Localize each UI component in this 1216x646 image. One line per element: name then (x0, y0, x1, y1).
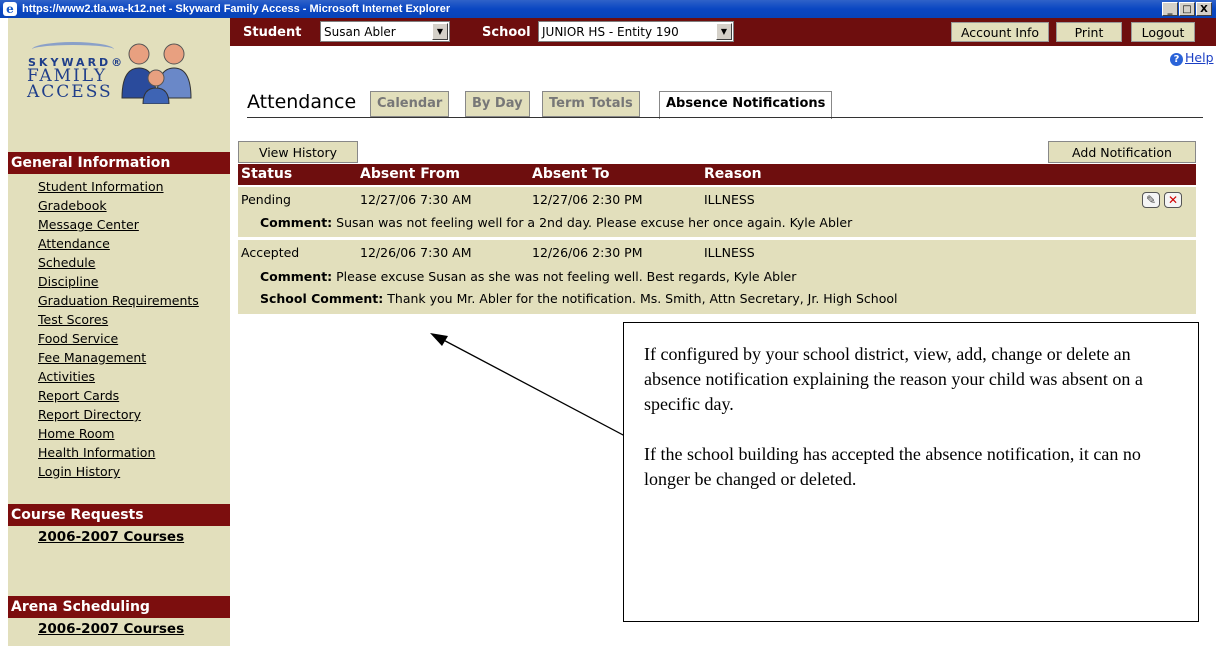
nav-home-room[interactable]: Home Room (38, 424, 199, 443)
table-row: Accepted 12/26/06 7:30 AM 12/26/06 2:30 … (238, 240, 1196, 314)
nav-fee-management[interactable]: Fee Management (38, 348, 199, 367)
nav-schedule[interactable]: Schedule (38, 253, 199, 272)
header-absent-to: Absent To (532, 166, 610, 182)
window-titlebar: e https://www2.tla.wa-k12.net - Skyward … (0, 0, 1216, 18)
callout-text-1: If configured by your school district, v… (644, 344, 1143, 414)
tab-underline (247, 117, 1203, 118)
row-absent-from: 12/26/06 7:30 AM (360, 245, 472, 260)
header-reason: Reason (704, 166, 762, 182)
row-status: Pending (241, 192, 291, 207)
maximize-button[interactable]: □ (1179, 2, 1195, 16)
account-info-button[interactable]: Account Info (951, 22, 1049, 42)
nav-food-service[interactable]: Food Service (38, 329, 199, 348)
logout-button[interactable]: Logout (1131, 22, 1195, 42)
close-window-button[interactable]: X (1196, 2, 1212, 16)
window-controls: _ □ X (1162, 2, 1212, 16)
add-notification-button[interactable]: Add Notification (1048, 141, 1196, 163)
student-label: Student (243, 25, 302, 40)
print-button[interactable]: Print (1056, 22, 1122, 42)
row-absent-from: 12/27/06 7:30 AM (360, 192, 472, 207)
tab-by-day[interactable]: By Day (465, 91, 530, 117)
nav-attendance[interactable]: Attendance (38, 234, 199, 253)
row-school-comment: School Comment: Thank you Mr. Abler for … (260, 291, 898, 306)
nav-arena-scheduling-courses[interactable]: 2006-2007 Courses (38, 621, 184, 637)
student-select[interactable]: Susan Abler ▼ (320, 21, 450, 42)
nav-graduation-requirements[interactable]: Graduation Requirements (38, 291, 199, 310)
row-reason: ILLNESS (704, 245, 755, 260)
sidebar: SKYWARD® FAMILY ACCESS General Informatio… (0, 18, 230, 646)
row-status: Accepted (241, 245, 300, 260)
general-information-header: General Information (8, 152, 230, 174)
nav-activities[interactable]: Activities (38, 367, 199, 386)
view-history-button[interactable]: View History (238, 141, 358, 163)
ie-icon: e (3, 2, 17, 16)
header-absent-from: Absent From (360, 166, 460, 182)
delete-icon[interactable]: ✕ (1164, 192, 1182, 208)
nav-health-information[interactable]: Health Information (38, 443, 199, 462)
top-bar: Student Susan Abler ▼ School JUNIOR HS -… (230, 18, 1216, 46)
chevron-down-icon: ▼ (432, 23, 448, 40)
help-icon: ? (1170, 53, 1183, 66)
tab-term-totals[interactable]: Term Totals (542, 91, 640, 117)
row-comment: Comment: Susan was not feeling well for … (260, 215, 853, 230)
general-nav: Student Information Gradebook Message Ce… (38, 177, 199, 481)
table-header: Status Absent From Absent To Reason (238, 164, 1196, 185)
row-absent-to: 12/26/06 2:30 PM (532, 245, 643, 260)
nav-login-history[interactable]: Login History (38, 462, 199, 481)
help-link[interactable]: ? Help (1170, 50, 1214, 66)
row-comment: Comment: Please excuse Susan as she was … (260, 269, 797, 284)
nav-student-information[interactable]: Student Information (38, 177, 199, 196)
callout-box: If configured by your school district, v… (623, 322, 1199, 622)
row-reason: ILLNESS (704, 192, 755, 207)
tab-absence-notifications[interactable]: Absence Notifications (659, 91, 833, 119)
nav-course-requests-courses[interactable]: 2006-2007 Courses (38, 529, 184, 545)
school-label: School (482, 25, 531, 40)
tab-calendar[interactable]: Calendar (370, 91, 450, 117)
nav-test-scores[interactable]: Test Scores (38, 310, 199, 329)
minimize-button[interactable]: _ (1162, 2, 1178, 16)
family-icon (121, 43, 192, 104)
callout-text-2: If the school building has accepted the … (644, 444, 1141, 489)
nav-message-center[interactable]: Message Center (38, 215, 199, 234)
school-select[interactable]: JUNIOR HS - Entity 190 ▼ (538, 21, 734, 42)
table-row: Pending 12/27/06 7:30 AM 12/27/06 2:30 P… (238, 187, 1196, 237)
page-title: Attendance (247, 91, 357, 113)
course-requests-header: Course Requests (8, 504, 230, 526)
callout-arrow (430, 333, 643, 446)
nav-report-directory[interactable]: Report Directory (38, 405, 199, 424)
nav-gradebook[interactable]: Gradebook (38, 196, 199, 215)
header-status: Status (241, 166, 293, 182)
chevron-down-icon: ▼ (716, 23, 732, 40)
nav-discipline[interactable]: Discipline (38, 272, 199, 291)
edit-icon[interactable]: ✎ (1142, 192, 1160, 208)
arena-scheduling-header: Arena Scheduling (8, 596, 230, 618)
skyward-logo: SKYWARD® FAMILY ACCESS (16, 30, 216, 140)
nav-report-cards[interactable]: Report Cards (38, 386, 199, 405)
row-absent-to: 12/27/06 2:30 PM (532, 192, 643, 207)
window-title: https://www2.tla.wa-k12.net - Skyward Fa… (22, 3, 451, 15)
